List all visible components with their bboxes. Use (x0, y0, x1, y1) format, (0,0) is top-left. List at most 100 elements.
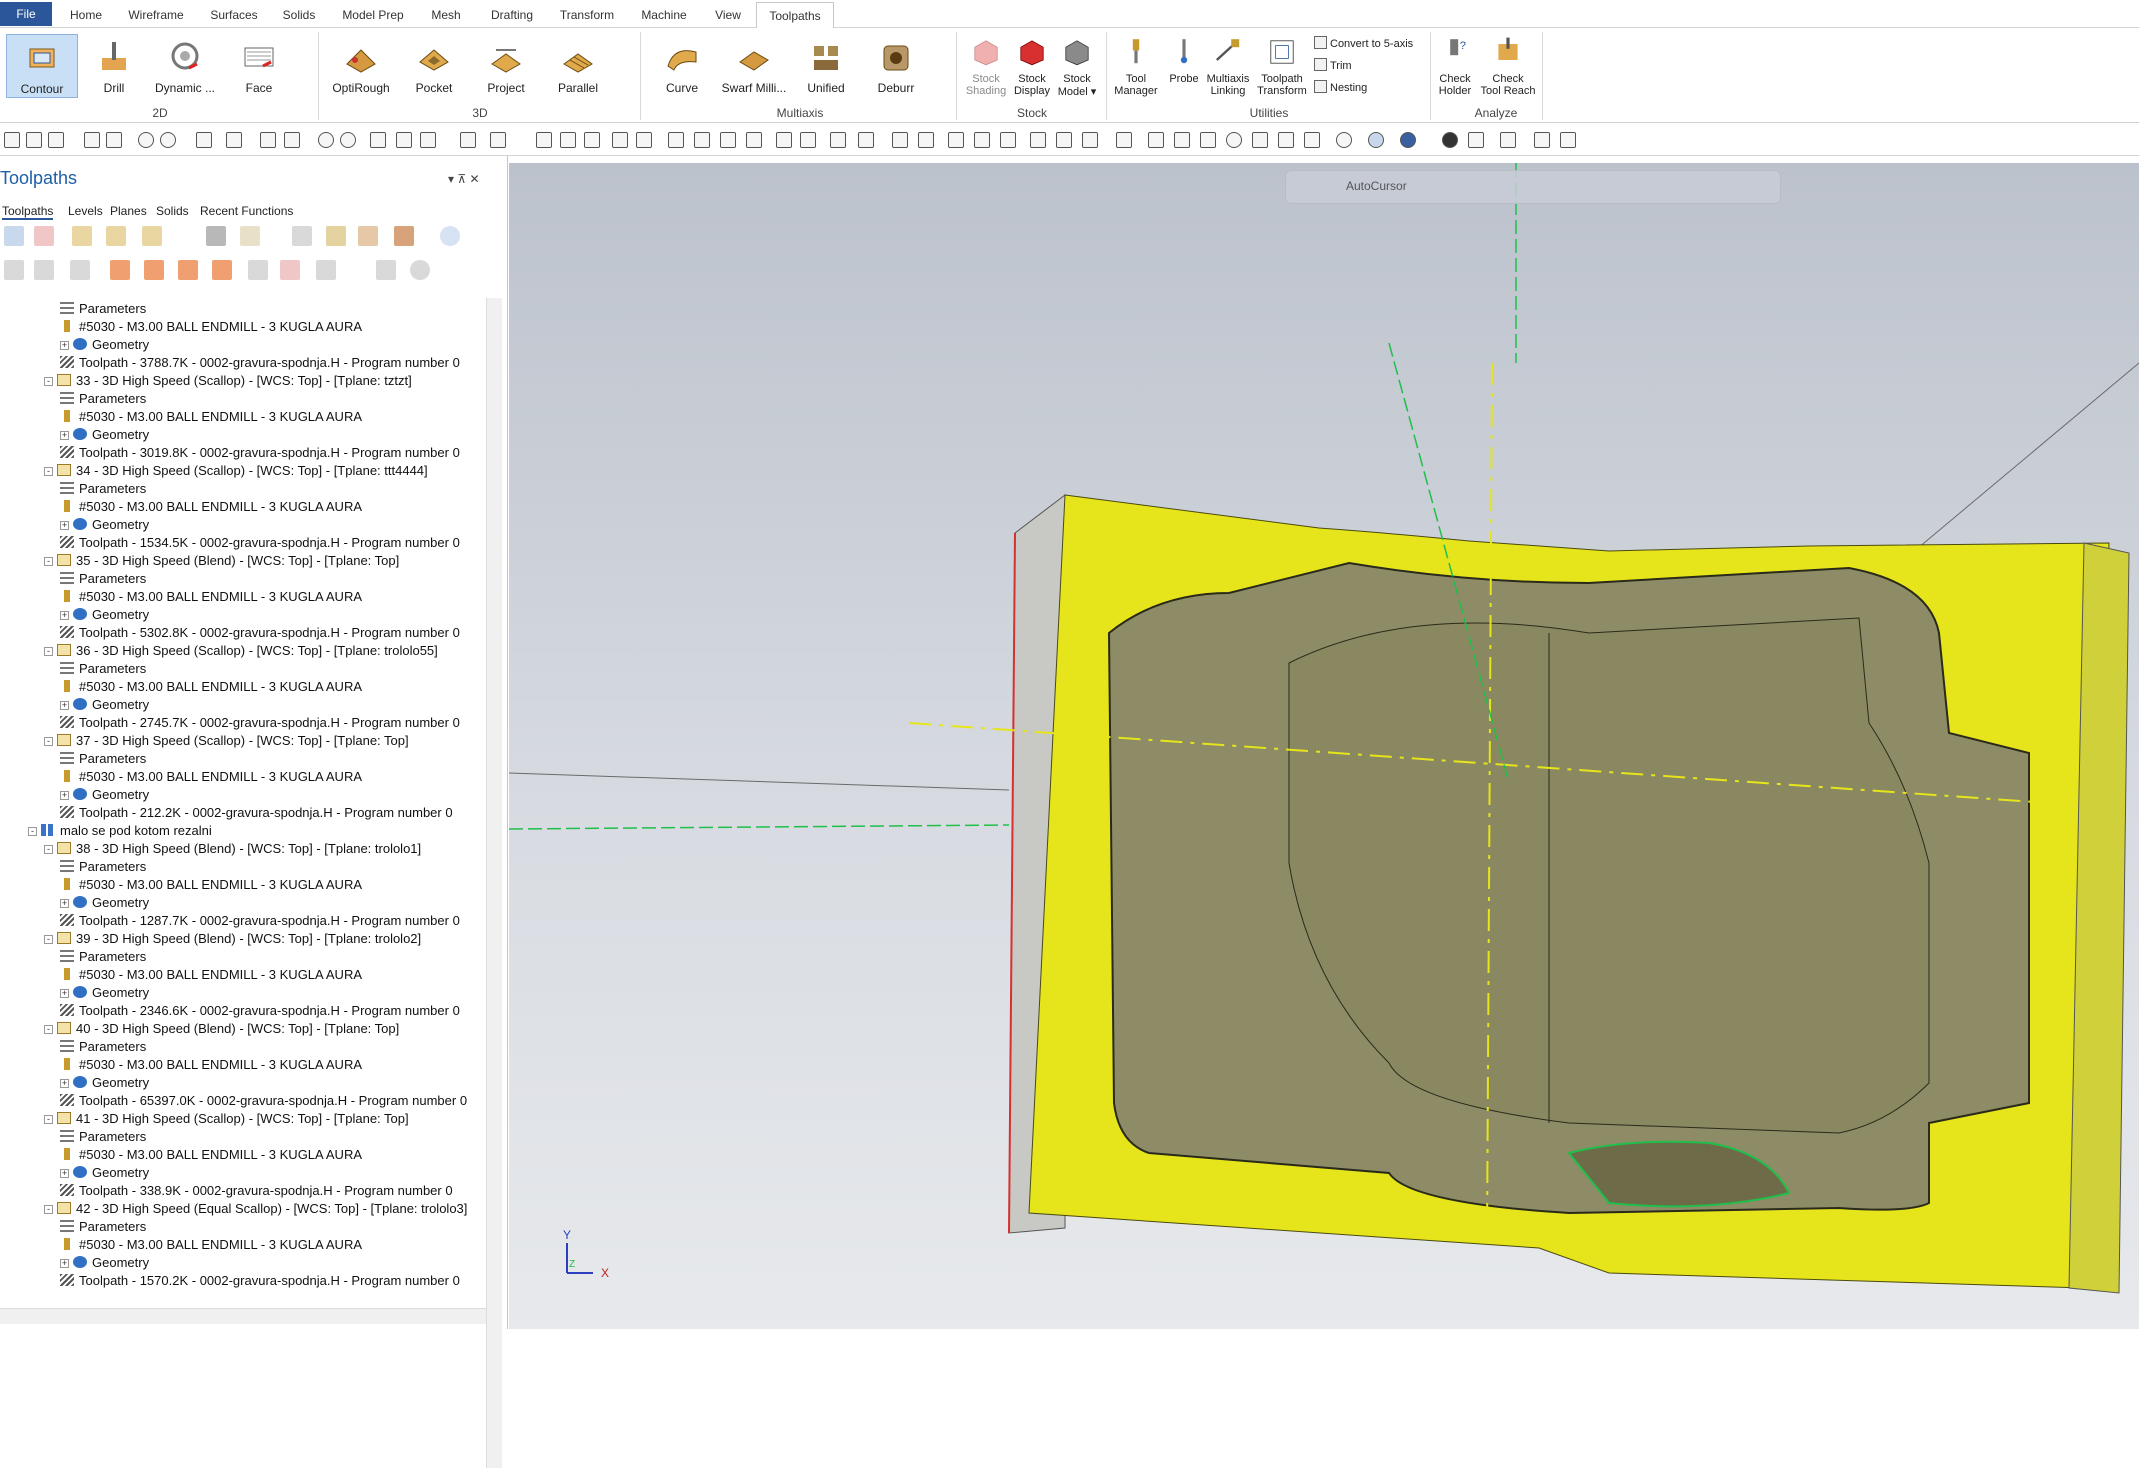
print-icon[interactable] (84, 132, 100, 148)
shaded-icon[interactable] (1368, 132, 1384, 148)
convert-to-5-axis-button[interactable]: Convert to 5-axis (1314, 36, 1413, 50)
operation-node[interactable]: - 40 - 3D High Speed (Blend) - [WCS: Top]… (44, 1020, 399, 1038)
tree-item[interactable]: #5030 - M3.00 BALL ENDMILL - 3 KUGLA AUR… (60, 588, 362, 606)
back-view-icon[interactable] (1082, 132, 1098, 148)
curve-button[interactable]: Curve (650, 34, 714, 98)
expand-icon[interactable]: + (60, 701, 69, 710)
tree-item[interactable]: Parameters (60, 948, 146, 966)
expand-icon[interactable]: + (60, 1169, 69, 1178)
angle-icon[interactable] (1278, 132, 1294, 148)
save-icon[interactable] (26, 132, 42, 148)
tree-item[interactable]: Toolpath - 212.2K - 0002-gravura-spodnja… (60, 804, 453, 822)
collapse-icon[interactable]: - (44, 935, 53, 944)
probe-button[interactable]: Probe (1164, 34, 1204, 104)
expand-icon[interactable]: + (60, 989, 69, 998)
tree-item[interactable]: + Geometry (60, 984, 149, 1002)
bottom-view-icon[interactable] (1056, 132, 1072, 148)
display-selected-icon[interactable] (280, 260, 300, 280)
tree-item[interactable]: Toolpath - 338.9K - 0002-gravura-spodnja… (60, 1182, 453, 1200)
redo-icon[interactable] (160, 132, 176, 148)
deburr-button[interactable]: Deburr (866, 34, 926, 98)
display-options-icon[interactable] (316, 260, 336, 280)
triangle-icon[interactable] (1252, 132, 1268, 148)
delete-icon[interactable] (396, 132, 412, 148)
toolpath-filter-icon[interactable] (1304, 132, 1320, 148)
chamfer-icon[interactable] (490, 132, 506, 148)
autocursor-toolbar[interactable]: AutoCursor (1285, 170, 1781, 204)
move-up-icon[interactable] (144, 260, 164, 280)
tab-surfaces[interactable]: Surfaces (204, 2, 264, 28)
break-icon[interactable] (420, 132, 436, 148)
expand-icon[interactable]: + (60, 1259, 69, 1268)
translate-icon[interactable] (612, 132, 628, 148)
verify-icon[interactable] (1534, 132, 1550, 148)
toolpath-group-node[interactable]: - malo se pod kotom rezalni (28, 822, 212, 840)
fillet-icon[interactable] (460, 132, 476, 148)
save-as-icon[interactable] (106, 132, 122, 148)
drill-button[interactable]: Drill (84, 34, 144, 98)
highfeed-icon[interactable] (394, 226, 414, 246)
stock-model-button[interactable]: Stock Model ▾ (1054, 34, 1100, 104)
collapse-icon[interactable]: - (44, 1025, 53, 1034)
tree-item[interactable]: + Geometry (60, 606, 149, 624)
arc-icon[interactable] (340, 132, 356, 148)
tree-item[interactable]: #5030 - M3.00 BALL ENDMILL - 3 KUGLA AUR… (60, 498, 362, 516)
swarf-milling-button[interactable]: Swarf Milli... (718, 34, 790, 98)
tab-toolpaths[interactable]: Toolpaths (756, 2, 834, 29)
front-view-icon[interactable] (1000, 132, 1016, 148)
help-icon[interactable] (440, 226, 460, 246)
tab-transform[interactable]: Transform (554, 2, 620, 28)
tab-wireframe[interactable]: Wireframe (122, 2, 190, 28)
expand-icon[interactable]: + (60, 611, 69, 620)
shade-icon[interactable] (830, 132, 846, 148)
toggle-post-icon[interactable] (70, 260, 90, 280)
collapse-icon[interactable]: - (28, 827, 37, 836)
regenerate-icon[interactable] (142, 226, 162, 246)
properties-icon[interactable] (410, 260, 430, 280)
tab-machine[interactable]: Machine (634, 2, 694, 28)
tree-item[interactable]: + Geometry (60, 786, 149, 804)
tree-item[interactable]: Toolpath - 65397.0K - 0002-gravura-spodn… (60, 1092, 467, 1110)
collapse-icon[interactable]: - (44, 845, 53, 854)
analyze-icon[interactable] (892, 132, 908, 148)
collapse-icon[interactable]: - (44, 1115, 53, 1124)
stock-shading-button[interactable]: Stock Shading (962, 34, 1010, 104)
no-symbol-icon[interactable] (1226, 132, 1242, 148)
point-icon[interactable] (196, 132, 212, 148)
dynamic-button[interactable]: Dynamic ... (150, 34, 220, 98)
mirror-icon[interactable] (668, 132, 684, 148)
tree-item[interactable]: Toolpath - 1570.2K - 0002-gravura-spodnj… (60, 1272, 460, 1290)
trim-button[interactable]: Trim (1314, 58, 1352, 72)
operation-node[interactable]: - 37 - 3D High Speed (Scallop) - [WCS: To… (44, 732, 409, 750)
panel-tab-solids[interactable]: Solids (156, 204, 189, 218)
sketch-icon[interactable] (858, 132, 874, 148)
tree-item[interactable]: + Geometry (60, 516, 149, 534)
horizontal-dim-icon[interactable] (1174, 132, 1190, 148)
undo-icon[interactable] (138, 132, 154, 148)
measure-icon[interactable] (918, 132, 934, 148)
toolpath-transform-button[interactable]: Toolpath Transform (1254, 34, 1310, 104)
line-icon[interactable] (260, 132, 276, 148)
trim-break-icon[interactable] (370, 132, 386, 148)
face-button[interactable]: Face (228, 34, 290, 98)
tab-mesh[interactable]: Mesh (422, 2, 470, 28)
collapse-icon[interactable]: - (44, 737, 53, 746)
tree-item[interactable]: #5030 - M3.00 BALL ENDMILL - 3 KUGLA AUR… (60, 408, 362, 426)
optirough-button[interactable]: OptiRough (328, 34, 394, 98)
collapse-icon[interactable]: - (44, 647, 53, 656)
tree-item[interactable]: #5030 - M3.00 BALL ENDMILL - 3 KUGLA AUR… (60, 1056, 362, 1074)
stock-display-button[interactable]: Stock Display (1010, 34, 1054, 104)
contour-button[interactable]: Contour (6, 34, 78, 98)
tree-item[interactable]: Toolpath - 5302.8K - 0002-gravura-spodnj… (60, 624, 460, 642)
solid-icon[interactable] (746, 132, 762, 148)
operation-node[interactable]: - 42 - 3D High Speed (Equal Scallop) - [W… (44, 1200, 467, 1218)
regenerate-all-icon[interactable] (206, 226, 226, 246)
tree-item[interactable]: #5030 - M3.00 BALL ENDMILL - 3 KUGLA AUR… (60, 876, 362, 894)
top-view-icon[interactable] (974, 132, 990, 148)
expand-icon[interactable]: + (60, 1079, 69, 1088)
operation-node[interactable]: - 35 - 3D High Speed (Blend) - [WCS: Top]… (44, 552, 399, 570)
stretch-icon[interactable] (584, 132, 600, 148)
deselect-icon[interactable] (34, 226, 54, 246)
tree-item[interactable]: #5030 - M3.00 BALL ENDMILL - 3 KUGLA AUR… (60, 318, 362, 336)
operation-node[interactable]: - 41 - 3D High Speed (Scallop) - [WCS: To… (44, 1110, 409, 1128)
